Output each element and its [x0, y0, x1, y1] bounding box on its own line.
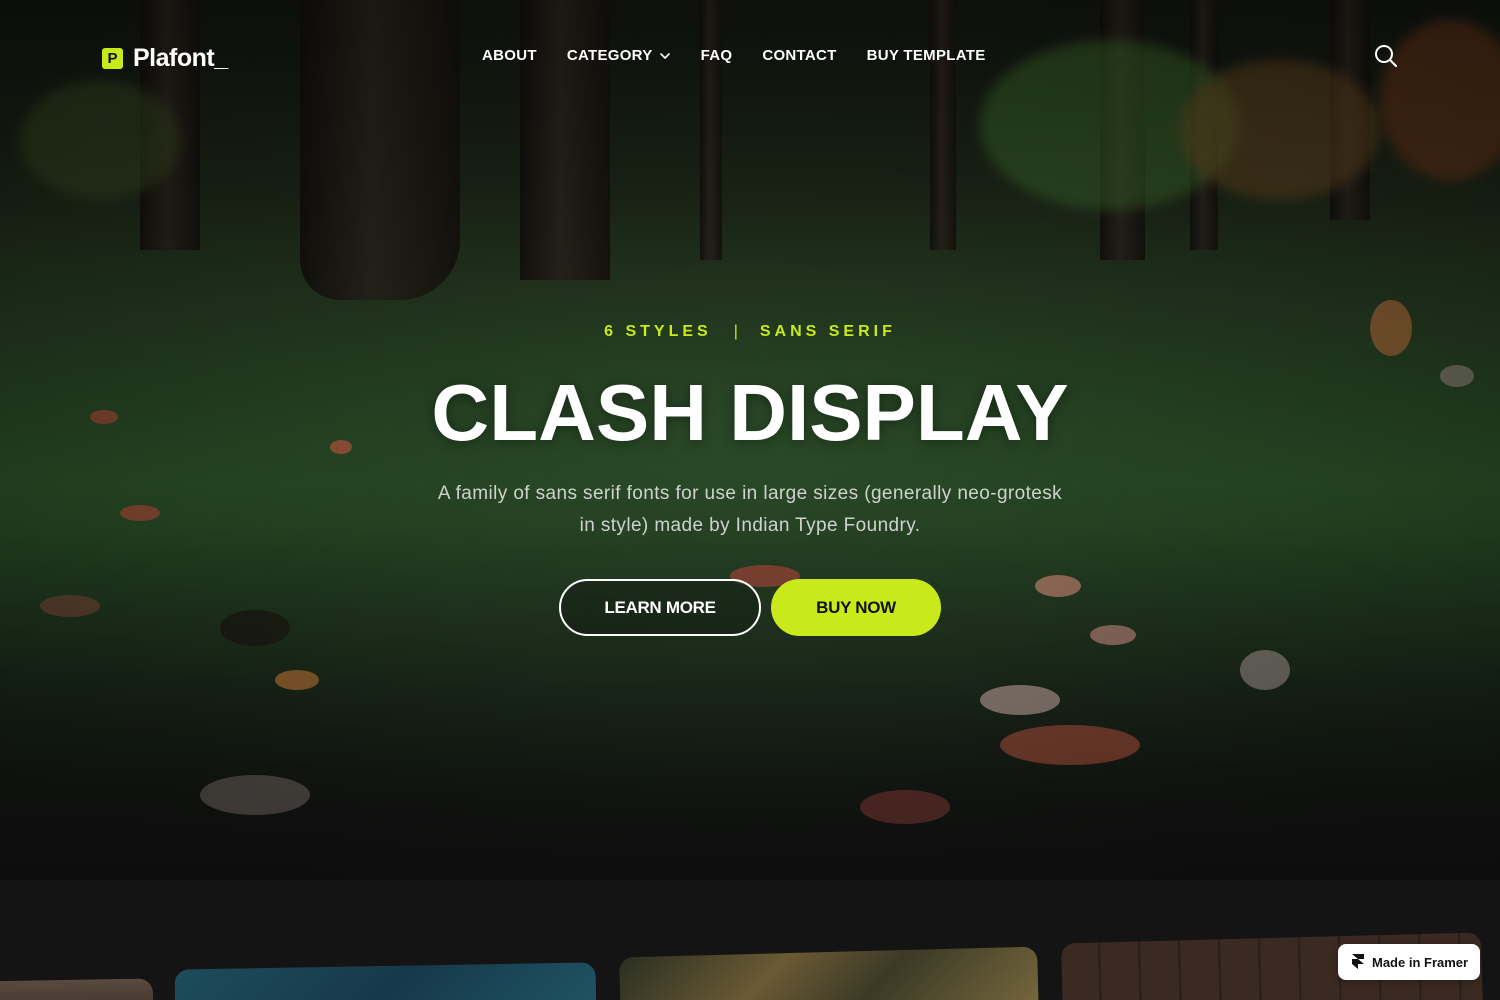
- nav-item-label: CONTACT: [762, 47, 837, 64]
- framer-icon: [1352, 954, 1364, 969]
- badge-label: Made in Framer: [1372, 954, 1469, 970]
- nav-item-label: CATEGORY: [566, 47, 653, 64]
- nav-item-label: BUY TEMPLATE: [866, 47, 986, 64]
- font-preview-card[interactable]: [0, 978, 154, 1000]
- nav-item-label: FAQ: [700, 47, 733, 64]
- nav-item-contact[interactable]: CONTACT: [762, 47, 836, 64]
- hero-eyebrow: 6 STYLES | SANS SERIF: [0, 323, 1500, 341]
- brand-name: Plafont_: [133, 44, 228, 72]
- hero-description: A family of sans serif fonts for use in …: [437, 483, 1063, 536]
- font-preview-card[interactable]: [174, 962, 597, 1000]
- buy-now-button[interactable]: BUY NOW: [771, 579, 941, 636]
- nav-item-category[interactable]: CATEGORY: [567, 47, 671, 64]
- eyebrow-separator: |: [733, 323, 738, 340]
- font-category: SANS SERIF: [759, 323, 896, 340]
- brand-logo[interactable]: P Plafont_: [102, 44, 228, 73]
- made-in-framer-badge[interactable]: Made in Framer: [1338, 944, 1480, 980]
- font-preview-card[interactable]: [619, 946, 1039, 1000]
- nav-item-buy-template[interactable]: BUY TEMPLATE: [867, 47, 986, 64]
- chevron-down-icon: [659, 52, 670, 59]
- nav-item-about[interactable]: ABOUT: [482, 47, 537, 64]
- logo-mark-icon: P: [102, 48, 123, 69]
- nav-item-label: ABOUT: [482, 47, 537, 64]
- top-navigation: P Plafont_ ABOUT CATEGORY FAQ CONTACT BU…: [0, 0, 1500, 115]
- main-menu: ABOUT CATEGORY FAQ CONTACT BUY TEMPLATE: [482, 47, 986, 64]
- hero-title: CLASH DISPLAY: [431, 368, 1069, 457]
- learn-more-button[interactable]: LEARN MORE: [559, 579, 761, 636]
- search-icon[interactable]: [1372, 42, 1400, 70]
- styles-count: 6 STYLES: [604, 323, 712, 340]
- nav-item-faq[interactable]: FAQ: [701, 47, 733, 64]
